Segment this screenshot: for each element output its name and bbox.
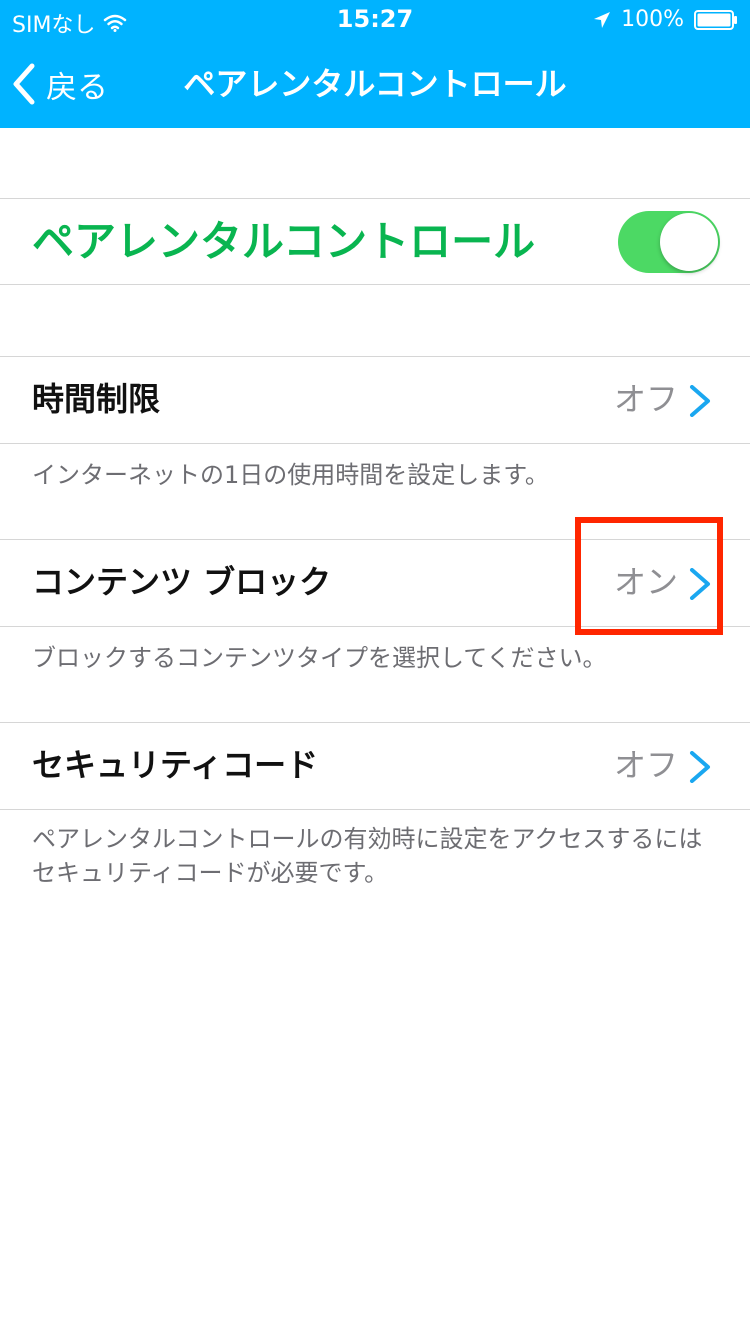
security-code-description-line-2: セキュリティコードが必要です。	[32, 859, 389, 887]
header: SIMなし 15:27 100% 戻る ペアレンタルコントロール	[0, 0, 750, 128]
status-bar: SIMなし 15:27 100%	[0, 0, 750, 40]
chevron-right-icon	[690, 385, 710, 417]
toggle-knob	[660, 213, 718, 271]
security-code-value: オフ	[613, 746, 678, 784]
security-code-description: ペアレンタルコントロールの有効時に設定をアクセスするには セキュリティコードが必…	[32, 822, 722, 890]
parental-control-master-row: ペアレンタルコントロール	[0, 198, 750, 285]
time-limit-description: インターネットの1日の使用時間を設定します。	[32, 461, 549, 489]
page-title: ペアレンタルコントロール	[183, 65, 567, 103]
battery-percentage: 100%	[621, 7, 684, 32]
security-code-description-line-1: ペアレンタルコントロールの有効時に設定をアクセスするには	[32, 825, 703, 853]
top-spacer	[0, 128, 750, 198]
battery-icon	[694, 9, 738, 30]
time-limit-value: オフ	[613, 380, 678, 418]
chevron-right-icon	[690, 751, 710, 783]
security-code-row[interactable]: セキュリティコード オフ	[0, 722, 750, 810]
content-block-description: ブロックするコンテンツタイプを選択してください。	[32, 644, 607, 672]
content-block-title: コンテンツ ブロック	[32, 563, 332, 601]
status-right-group: 100%	[593, 7, 738, 32]
parental-control-title: ペアレンタルコントロール	[32, 217, 536, 266]
navigation-bar: 戻る ペアレンタルコントロール	[0, 40, 750, 128]
time-limit-title: 時間制限	[32, 380, 161, 418]
time-limit-row[interactable]: 時間制限 オフ	[0, 356, 750, 444]
location-arrow-icon	[594, 11, 611, 28]
security-code-title: セキュリティコード	[32, 746, 319, 784]
parental-control-toggle[interactable]	[618, 211, 720, 273]
highlight-box	[575, 517, 723, 635]
